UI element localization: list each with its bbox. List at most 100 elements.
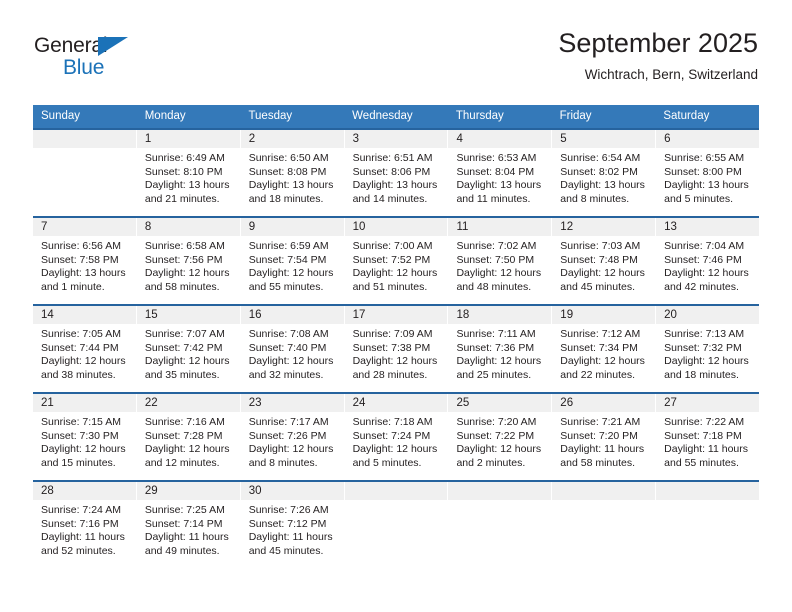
calendar-day-cell[interactable]: 25 Sunrise: 7:20 AM Sunset: 7:22 PM Dayligh… [448,394,553,480]
day-sunrise-text: Sunrise: 7:15 AM [41,416,121,428]
triangle-icon [98,37,128,56]
day-sunset-text: Sunset: 7:22 PM [456,429,535,442]
page-title: September 2025 [558,28,758,58]
day-details: Sunrise: 7:17 AM Sunset: 7:26 PM Daylight:… [241,412,344,470]
day-sunset-text: Sunset: 7:16 PM [41,517,119,530]
day-sunset-text: Sunset: 7:28 PM [144,429,223,442]
day-sunset-text: Sunset: 7:12 PM [248,517,327,530]
day-details: Sunrise: 7:02 AM Sunset: 7:50 PM Daylight:… [448,236,551,294]
day-daylight-line1-text: Daylight: 13 hours [352,179,438,192]
day-daylight-line2-text: and 2 minutes. [456,456,526,469]
day-daylight-line2-text: and 28 minutes. [352,368,428,381]
calendar-week-row: 28 Sunrise: 7:24 AM Sunset: 7:16 PM Dayligh… [33,480,760,568]
day-number: 5 [552,130,656,148]
day-daylight-line1-text: Daylight: 12 hours [41,443,126,456]
general-blue-logo[interactable]: General Blue [34,34,184,86]
day-details: Sunrise: 7:04 AM Sunset: 7:46 PM Daylight:… [656,236,759,294]
day-number: 30 [240,482,344,500]
day-sunset-text: Sunset: 7:42 PM [144,341,223,354]
calendar-day-cell[interactable]: 28 Sunrise: 7:24 AM Sunset: 7:16 PM Dayligh… [33,482,137,568]
day-details: Sunrise: 6:53 AM Sunset: 8:04 PM Daylight:… [448,148,551,206]
day-sunset-text: Sunset: 7:14 PM [144,517,223,530]
calendar-day-cell[interactable]: 4 Sunrise: 6:53 AM Sunset: 8:04 PM Daylight… [448,130,553,216]
calendar-day-cell[interactable]: 19 Sunrise: 7:12 AM Sunset: 7:34 PM Dayligh… [552,306,657,392]
day-sunrise-text: Sunrise: 6:59 AM [248,240,329,252]
weekday-header-wednesday: Wednesday [352,110,413,122]
day-daylight-line1-text: Daylight: 12 hours [352,443,438,456]
calendar-day-cell[interactable]: 7 Sunrise: 6:56 AM Sunset: 7:58 PM Daylight… [33,218,137,304]
day-number: 19 [552,306,656,324]
day-sunrise-text: Sunrise: 7:09 AM [352,328,433,340]
day-daylight-line2-text: and 49 minutes. [144,544,220,557]
day-sunset-text: Sunset: 8:10 PM [144,165,223,178]
day-details: Sunrise: 6:49 AM Sunset: 8:10 PM Daylight:… [137,148,240,206]
day-sunset-text: Sunset: 7:44 PM [41,341,119,354]
day-sunset-text: Sunset: 7:58 PM [41,253,119,266]
calendar-day-cell[interactable]: 15 Sunrise: 7:07 AM Sunset: 7:42 PM Dayligh… [136,306,241,392]
day-daylight-line1-text: Daylight: 13 hours [456,179,542,192]
day-number: 7 [33,218,136,236]
calendar-day-cell[interactable]: 5 Sunrise: 6:54 AM Sunset: 8:02 PM Daylight… [552,130,657,216]
day-number [656,482,760,500]
day-details [656,500,759,504]
calendar-day-cell[interactable]: 20 Sunrise: 7:13 AM Sunset: 7:32 PM Dayligh… [656,306,760,392]
calendar-day-cell[interactable]: 11 Sunrise: 7:02 AM Sunset: 7:50 PM Dayligh… [448,218,553,304]
day-sunrise-text: Sunrise: 7:26 AM [248,504,329,516]
day-details: Sunrise: 7:16 AM Sunset: 7:28 PM Daylight:… [137,412,240,470]
calendar-day-cell[interactable]: 13 Sunrise: 7:04 AM Sunset: 7:46 PM Dayligh… [656,218,760,304]
calendar-day-cell[interactable]: 6 Sunrise: 6:55 AM Sunset: 8:00 PM Daylight… [656,130,760,216]
calendar-day-cell[interactable]: 21 Sunrise: 7:15 AM Sunset: 7:30 PM Dayligh… [33,394,137,480]
calendar-day-cell[interactable]: 29 Sunrise: 7:25 AM Sunset: 7:14 PM Dayligh… [136,482,241,568]
calendar-day-cell[interactable]: 16 Sunrise: 7:08 AM Sunset: 7:40 PM Dayligh… [240,306,345,392]
day-sunrise-text: Sunrise: 7:12 AM [560,328,641,340]
calendar-day-cell[interactable]: 14 Sunrise: 7:05 AM Sunset: 7:44 PM Dayligh… [33,306,137,392]
day-sunrise-text: Sunrise: 6:56 AM [41,240,121,252]
page-subtitle: Wichtrach, Bern, Switzerland [584,67,758,82]
day-daylight-line1-text: Daylight: 12 hours [144,355,230,368]
day-daylight-line1-text: Daylight: 11 hours [248,531,333,544]
day-daylight-line1-text: Daylight: 13 hours [560,179,645,192]
day-daylight-line2-text: and 52 minutes. [41,544,116,557]
calendar-day-cell[interactable]: 27 Sunrise: 7:22 AM Sunset: 7:18 PM Dayligh… [656,394,760,480]
calendar-day-cell[interactable]: 2 Sunrise: 6:50 AM Sunset: 8:08 PM Daylight… [240,130,345,216]
day-sunrise-text: Sunrise: 7:24 AM [41,504,121,516]
calendar-day-cell-empty [448,482,553,568]
day-daylight-line1-text: Daylight: 12 hours [248,355,334,368]
calendar-day-cell[interactable]: 10 Sunrise: 7:00 AM Sunset: 7:52 PM Dayligh… [344,218,449,304]
day-details: Sunrise: 6:55 AM Sunset: 8:00 PM Daylight:… [656,148,759,206]
day-daylight-line1-text: Daylight: 13 hours [41,267,126,280]
day-daylight-line1-text: Daylight: 13 hours [248,179,334,192]
day-daylight-line1-text: Daylight: 12 hours [248,443,334,456]
weekday-header-thursday: Thursday [455,110,504,122]
logo-text-general: General [34,34,108,57]
day-number: 4 [448,130,552,148]
day-details: Sunrise: 7:18 AM Sunset: 7:24 PM Daylight:… [345,412,448,470]
day-number: 9 [240,218,344,236]
page-header: General Blue September 2025 Wichtrach, B… [34,26,758,96]
day-sunset-text: Sunset: 8:08 PM [248,165,327,178]
day-sunrise-text: Sunrise: 7:25 AM [144,504,225,516]
calendar-day-cell[interactable]: 23 Sunrise: 7:17 AM Sunset: 7:26 PM Dayligh… [240,394,345,480]
calendar-day-cell[interactable]: 8 Sunrise: 6:58 AM Sunset: 7:56 PM Daylight… [136,218,241,304]
day-number: 12 [552,218,656,236]
calendar-day-cell[interactable]: 17 Sunrise: 7:09 AM Sunset: 7:38 PM Dayligh… [344,306,449,392]
calendar-day-cell[interactable]: 22 Sunrise: 7:16 AM Sunset: 7:28 PM Dayligh… [136,394,241,480]
calendar-day-cell[interactable]: 3 Sunrise: 6:51 AM Sunset: 8:06 PM Daylight… [344,130,449,216]
day-sunrise-text: Sunrise: 7:16 AM [144,416,225,428]
calendar-day-cell[interactable]: 1 Sunrise: 6:49 AM Sunset: 8:10 PM Daylight… [136,130,241,216]
day-daylight-line2-text: and 48 minutes. [456,280,532,293]
day-number [552,482,656,500]
calendar-day-cell[interactable]: 9 Sunrise: 6:59 AM Sunset: 7:54 PM Daylight… [240,218,345,304]
calendar-day-cell[interactable]: 12 Sunrise: 7:03 AM Sunset: 7:48 PM Dayligh… [552,218,657,304]
day-sunset-text: Sunset: 7:56 PM [144,253,223,266]
calendar-day-cell[interactable]: 26 Sunrise: 7:21 AM Sunset: 7:20 PM Dayligh… [552,394,657,480]
day-number: 26 [552,394,656,412]
calendar-day-cell[interactable]: 30 Sunrise: 7:26 AM Sunset: 7:12 PM Dayligh… [240,482,345,568]
calendar-day-cell[interactable]: 18 Sunrise: 7:11 AM Sunset: 7:36 PM Dayligh… [448,306,553,392]
day-number: 23 [240,394,344,412]
day-details: Sunrise: 7:22 AM Sunset: 7:18 PM Daylight:… [656,412,759,470]
calendar-day-cell[interactable]: 24 Sunrise: 7:18 AM Sunset: 7:24 PM Dayligh… [344,394,449,480]
day-number: 17 [344,306,448,324]
day-sunset-text: Sunset: 7:52 PM [352,253,431,266]
day-details: Sunrise: 7:05 AM Sunset: 7:44 PM Daylight:… [33,324,136,382]
